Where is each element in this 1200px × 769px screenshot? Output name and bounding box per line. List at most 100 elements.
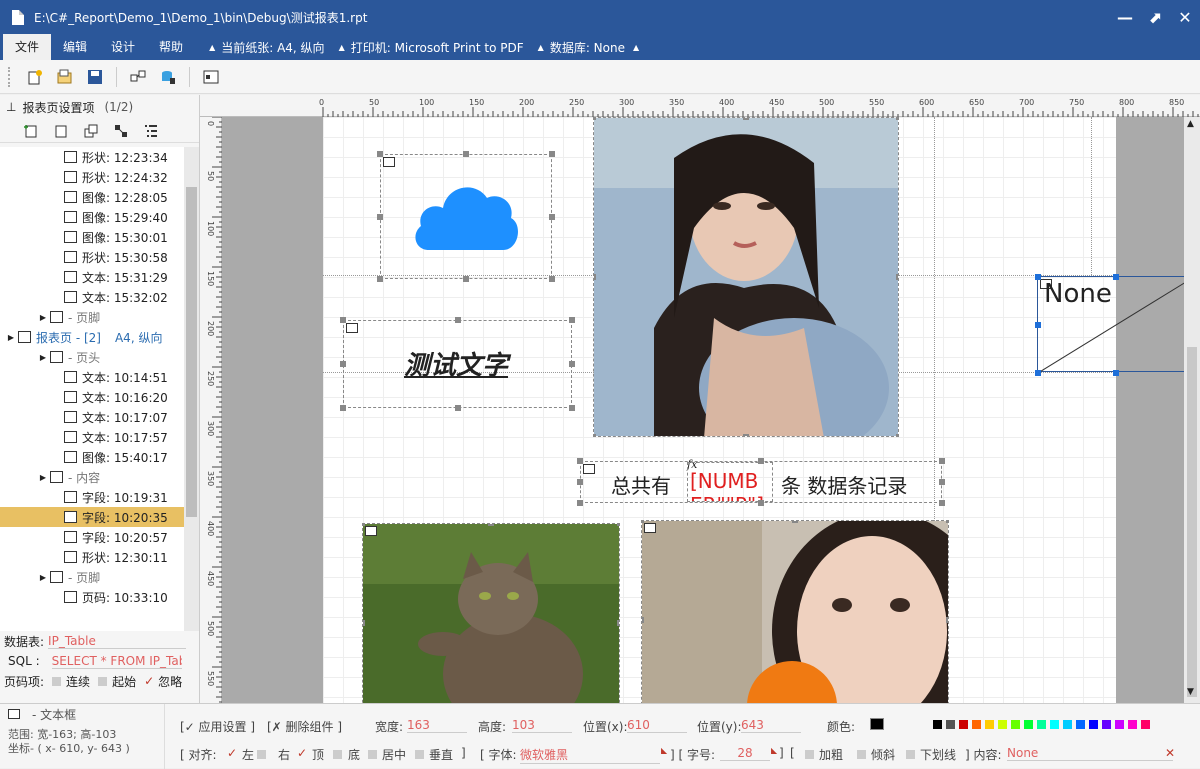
start-checkbox[interactable] xyxy=(98,676,108,686)
posy-input[interactable]: 643 xyxy=(741,718,801,733)
resize-handle[interactable] xyxy=(617,620,619,626)
tree-group[interactable]: ▶ - 页头 xyxy=(0,347,184,367)
record-total-component[interactable]: 总共有 fx [NUMB ER""P"] 条 数据条记录 xyxy=(577,458,945,506)
resize-handle[interactable] xyxy=(594,434,596,436)
resize-handle[interactable] xyxy=(743,434,749,436)
close-button[interactable]: ✕ xyxy=(1170,0,1200,34)
resize-handle[interactable] xyxy=(463,276,469,282)
menu-help[interactable]: 帮助 xyxy=(147,34,195,60)
bold-checkbox[interactable] xyxy=(805,750,814,759)
clear-content-icon[interactable]: ✕ xyxy=(1165,746,1175,760)
expand-arrow-icon[interactable]: ▶ xyxy=(36,473,50,482)
sql-input[interactable]: SELECT * FROM IP_Tab xyxy=(51,654,182,669)
resize-handle[interactable] xyxy=(1113,370,1119,376)
color-swatch[interactable] xyxy=(1063,720,1072,729)
font-select[interactable]: 微软雅黑 xyxy=(520,746,660,764)
resize-handle[interactable] xyxy=(743,118,749,120)
report-page[interactable]: None 测试文字 总共有 fx [NUMB ER""P"] 条 数据条记录 xyxy=(323,117,1184,703)
tree-item[interactable]: 形状: 12:30:11 xyxy=(0,547,184,567)
design-canvas[interactable]: None 测试文字 总共有 fx [NUMB ER""P"] 条 数据条记录 xyxy=(222,117,1184,703)
color-swatch[interactable] xyxy=(1024,720,1033,729)
resize-handle[interactable] xyxy=(758,500,764,506)
resize-handle[interactable] xyxy=(1035,274,1041,280)
content-input[interactable]: None xyxy=(1007,746,1173,761)
tree-item[interactable]: 页码: 10:33:10 xyxy=(0,587,184,607)
add-page-icon[interactable] xyxy=(23,123,39,139)
tree-item[interactable]: 文本: 15:31:29 xyxy=(0,267,184,287)
resize-handle[interactable] xyxy=(488,524,494,526)
ignore-checkbox[interactable]: ✓ xyxy=(144,674,154,688)
resize-handle[interactable] xyxy=(896,274,898,280)
resize-handle[interactable] xyxy=(549,151,555,157)
delete-component-button[interactable]: [✗ 删除组件 ] xyxy=(267,718,342,735)
tree-item[interactable]: 图像: 15:40:17 xyxy=(0,447,184,467)
color-swatch[interactable] xyxy=(1102,720,1111,729)
color-swatch[interactable] xyxy=(1128,720,1137,729)
resize-handle[interactable] xyxy=(340,317,346,323)
copy-page-icon[interactable] xyxy=(53,123,69,139)
tree-item[interactable]: 字段: 10:20:57 xyxy=(0,527,184,547)
maximize-button[interactable]: ⬈ xyxy=(1140,0,1170,34)
resize-handle[interactable] xyxy=(549,276,555,282)
new-report-icon[interactable] xyxy=(27,69,43,85)
resize-handle[interactable] xyxy=(896,118,898,120)
resize-handle[interactable] xyxy=(569,361,575,367)
resize-handle[interactable] xyxy=(594,118,596,120)
resize-handle[interactable] xyxy=(792,521,798,523)
scroll-up-arrow[interactable]: ▲ xyxy=(1187,119,1194,129)
size-select[interactable]: 28 xyxy=(720,746,770,761)
expand-arrow-icon[interactable]: ▶ xyxy=(36,573,50,582)
resize-handle[interactable] xyxy=(939,479,945,485)
connect-icon[interactable] xyxy=(130,69,146,85)
color-swatch[interactable] xyxy=(959,720,968,729)
current-color-swatch[interactable] xyxy=(870,718,884,730)
list-icon[interactable] xyxy=(143,123,159,139)
apply-settings-button[interactable]: [✓ 应用设置 ] xyxy=(180,718,255,735)
menu-design[interactable]: 设计 xyxy=(99,34,147,60)
minimize-button[interactable]: — xyxy=(1110,0,1140,34)
tree-group[interactable]: ▶ - 页脚 xyxy=(0,567,184,587)
link-icon[interactable] xyxy=(113,123,129,139)
none-text-component[interactable]: None xyxy=(1035,274,1184,376)
color-swatch[interactable] xyxy=(1076,720,1085,729)
cat-photo-component[interactable] xyxy=(362,523,620,703)
resize-handle[interactable] xyxy=(939,458,945,464)
save-icon[interactable] xyxy=(87,69,103,85)
expand-arrow-icon[interactable]: ▶ xyxy=(36,313,50,322)
color-swatch[interactable] xyxy=(1115,720,1124,729)
tree-item[interactable]: 图像: 12:28:05 xyxy=(0,187,184,207)
resize-handle[interactable] xyxy=(946,521,948,523)
resize-handle[interactable] xyxy=(642,521,644,523)
tree-page[interactable]: ▶ 报表页 - [2] A4, 纵向 xyxy=(0,327,184,347)
align-bottom-checkbox[interactable] xyxy=(333,750,342,759)
align-right-checkbox[interactable] xyxy=(257,750,266,759)
tree-item[interactable]: 图像: 15:29:40 xyxy=(0,207,184,227)
menu-edit[interactable]: 编辑 xyxy=(51,34,99,60)
color-swatch[interactable] xyxy=(946,720,955,729)
color-swatch[interactable] xyxy=(972,720,981,729)
tree-item[interactable]: 文本: 15:32:02 xyxy=(0,287,184,307)
resize-handle[interactable] xyxy=(1113,274,1119,280)
tree-group[interactable]: ▶ - 页脚 xyxy=(0,307,184,327)
align-vertical-checkbox[interactable] xyxy=(415,750,424,759)
tree-item[interactable]: 文本: 10:16:20 xyxy=(0,387,184,407)
resize-handle[interactable] xyxy=(594,274,596,280)
tree-item[interactable]: 字段: 10:20:35 xyxy=(0,507,184,527)
resize-handle[interactable] xyxy=(463,151,469,157)
color-swatch[interactable] xyxy=(1011,720,1020,729)
resize-handle[interactable] xyxy=(454,317,461,323)
layer-icon[interactable] xyxy=(83,123,99,139)
expand-arrow-icon[interactable]: ▶ xyxy=(36,353,50,362)
align-top-check[interactable]: ✓ xyxy=(297,746,307,760)
menu-file[interactable]: 文件 xyxy=(3,34,52,60)
resize-handle[interactable] xyxy=(939,500,945,506)
woman-orange-photo-component[interactable] xyxy=(641,520,949,703)
tree-item[interactable]: 文本: 10:17:57 xyxy=(0,427,184,447)
continuous-checkbox[interactable] xyxy=(52,676,62,686)
resize-handle[interactable] xyxy=(363,620,365,626)
color-swatch[interactable] xyxy=(1089,720,1098,729)
photo-woman-component[interactable] xyxy=(593,117,899,437)
resize-handle[interactable] xyxy=(642,617,644,623)
tree-item[interactable]: 字段: 10:19:31 xyxy=(0,487,184,507)
resize-handle[interactable] xyxy=(946,617,948,623)
